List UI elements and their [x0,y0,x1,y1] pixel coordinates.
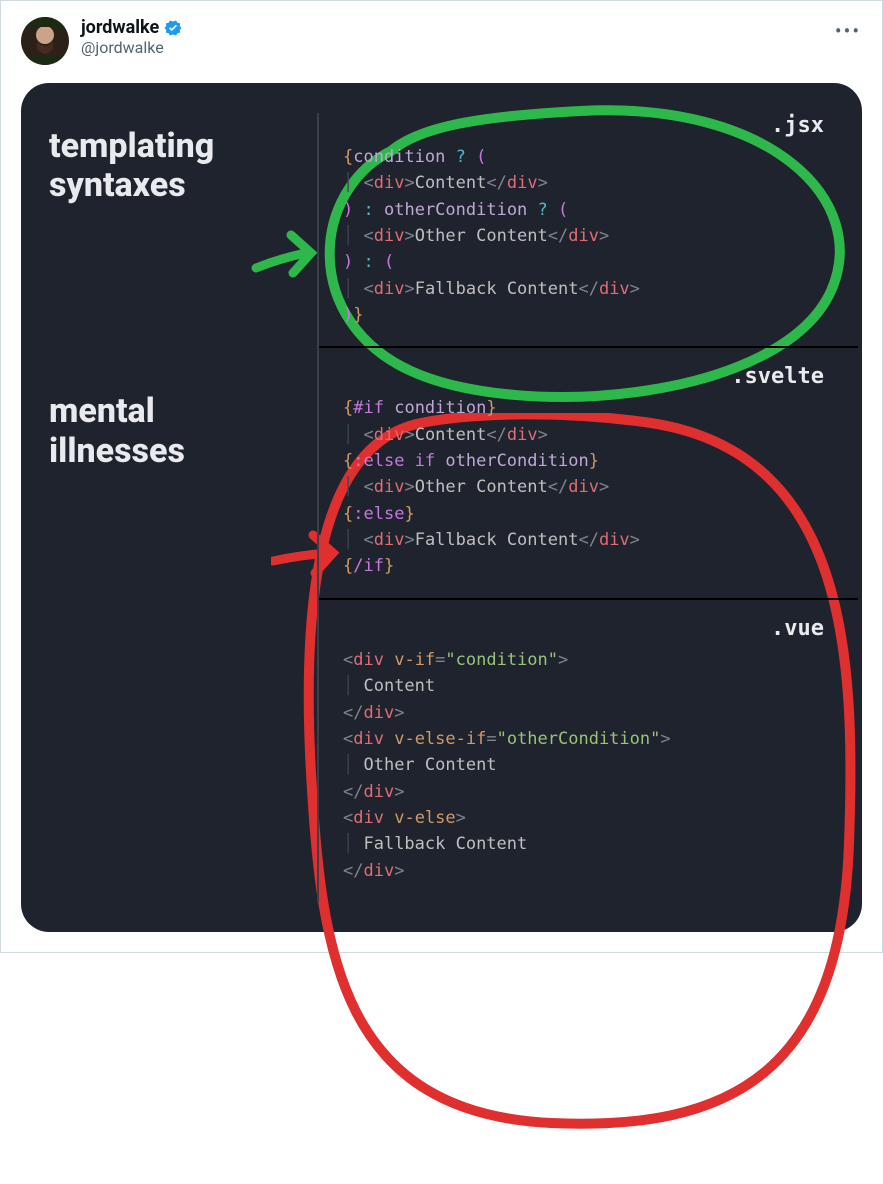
display-name[interactable]: jordwalke [81,17,159,38]
lang-vue: .vue [343,616,834,641]
ellipsis-icon: ••• [835,19,861,43]
section-divider-1 [319,346,858,348]
lang-svelte: .svelte [343,364,834,389]
card-grid: templating syntaxes .jsx {condition ? (│… [49,113,834,902]
more-button[interactable]: ••• [834,17,862,45]
avatar-image [21,17,69,65]
tweet-header: jordwalke @jordwalke ••• [21,17,862,65]
code-col-bottom: .svelte {#if condition}│ <div>Content</d… [317,364,834,902]
lang-jsx: .jsx [343,113,834,138]
display-name-row: jordwalke [81,17,183,38]
code-comparison-card: templating syntaxes .jsx {condition ? (│… [21,83,862,932]
code-svelte: {#if condition}│ <div>Content</div>{:els… [343,395,834,579]
left-col: templating syntaxes [49,113,309,364]
tweet-container: jordwalke @jordwalke ••• [1,1,882,952]
code-jsx: {condition ? (│ <div>Content</div>) : ot… [343,144,834,328]
avatar[interactable] [21,17,69,65]
label-templating: templating syntaxes [49,127,309,205]
code-col-top: .jsx {condition ? (│ <div>Content</div>)… [317,113,834,364]
author-names: jordwalke @jordwalke [81,17,183,57]
code-vue: <div v-if="condition">│ Content</div><di… [343,647,834,884]
label-mental: mental illnesses [49,392,309,470]
verified-icon [163,18,183,38]
left-col-2: mental illnesses [49,364,309,902]
author-handle[interactable]: @jordwalke [81,38,183,57]
section-divider-2 [319,598,858,600]
